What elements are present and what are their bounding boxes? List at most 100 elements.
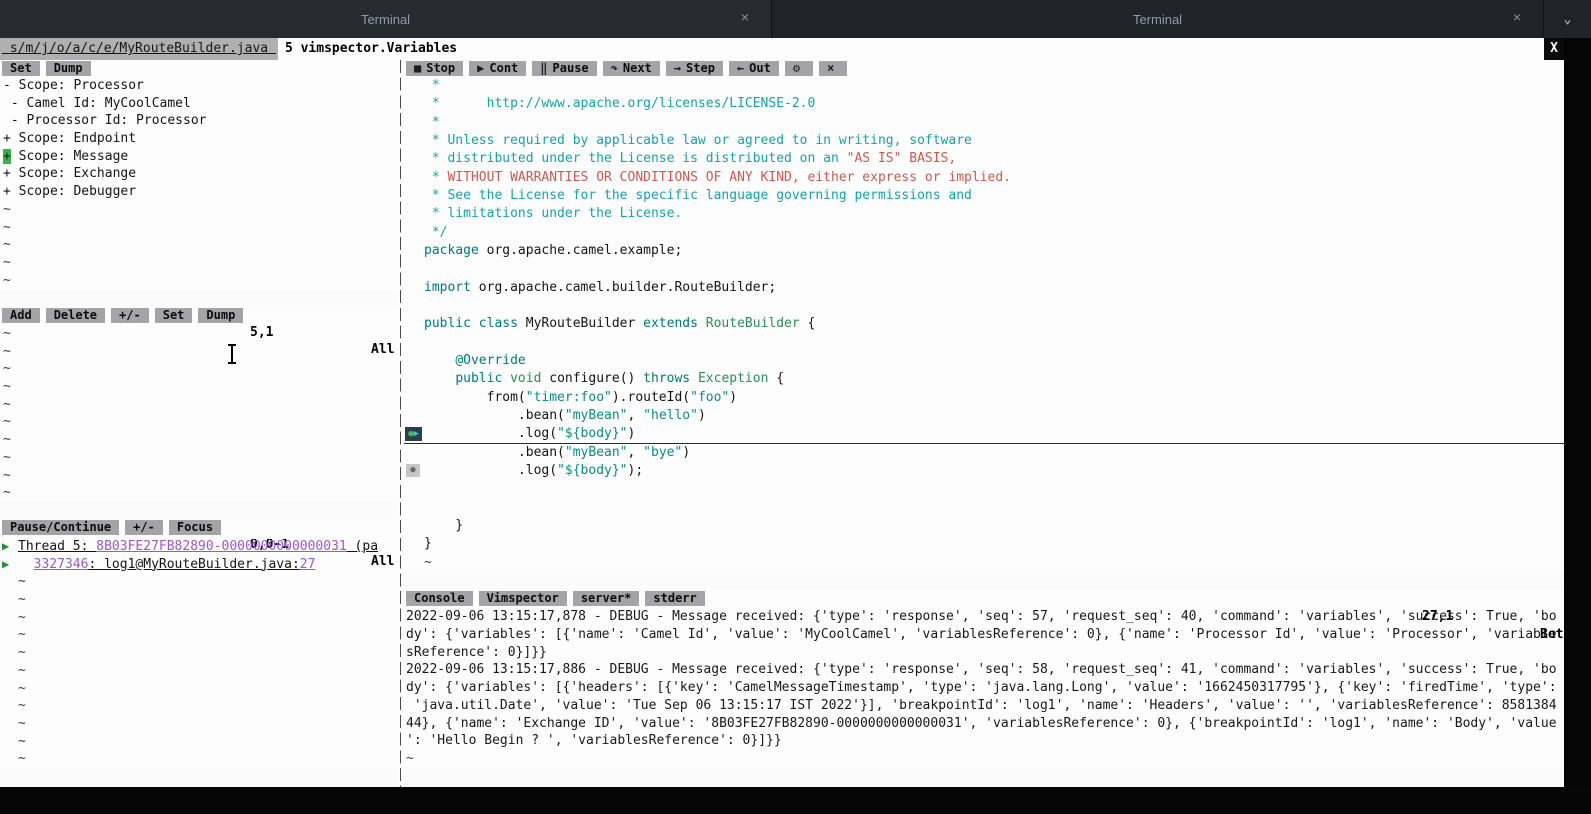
- code-row: * limitations under the License.: [404, 205, 1564, 223]
- debug-pause-button[interactable]: ‖Pause: [532, 61, 596, 76]
- empty-line: ~: [0, 272, 397, 290]
- code-row: [404, 480, 1564, 498]
- empty-line: ~: [0, 644, 397, 662]
- debug-toolbar: ■Stop ▶Cont ‖Pause ↷Next →Step ←Out ⚙ ×: [404, 60, 1564, 78]
- empty-line: ~: [0, 467, 397, 485]
- vars-row: + Scope: Endpoint: [0, 130, 397, 148]
- tab-list-dropdown[interactable]: ⌄: [1543, 0, 1591, 38]
- stacktrace-focus-button[interactable]: Focus: [169, 520, 221, 535]
- empty-line: ~: [404, 750, 1564, 768]
- empty-line: ~: [0, 236, 397, 254]
- empty-line: ~: [0, 413, 397, 431]
- vim-command-line: [0, 787, 1591, 814]
- output-tab-stderr-button[interactable]: stderr: [645, 591, 704, 606]
- close-icon[interactable]: ×: [741, 9, 749, 25]
- code-row: * distributed under the License is distr…: [404, 150, 1564, 168]
- vim-tabline: s/m/j/o/a/c/e/MyRouteBuilder.java 5 vims…: [0, 38, 1564, 60]
- empty-line: ~: [0, 715, 397, 733]
- empty-line: ~: [0, 609, 397, 627]
- empty-line: ~: [0, 750, 397, 768]
- debug-out-button[interactable]: ←Out: [729, 61, 779, 76]
- program-counter-icon: ●▶: [405, 427, 422, 441]
- debug-step-button[interactable]: →Step: [666, 61, 723, 76]
- terminal-tab-bar: Terminal × Terminal × ⌄: [0, 0, 1591, 39]
- vars-row: - Scope: Processor: [0, 77, 397, 95]
- watches-window[interactable]: ~~~~~~~~~~: [0, 325, 397, 502]
- frame-marker-icon: ▶: [2, 538, 9, 556]
- output-window[interactable]: 2022-09-06 13:15:17,878 - DEBUG - Messag…: [404, 608, 1564, 768]
- watches-dump-button[interactable]: Dump: [198, 308, 243, 323]
- code-row: ~: [404, 554, 1564, 572]
- code-row: [404, 499, 1564, 517]
- variables-window[interactable]: - Scope: Processor - Camel Id: MyCoolCam…: [0, 77, 397, 290]
- log-row: ': 'Hello Begin ? ', 'variablesReference…: [404, 732, 1564, 750]
- terminal-tab-title: Terminal: [361, 12, 410, 27]
- variables-winbar: Set Dump: [0, 60, 397, 78]
- screen: Terminal × Terminal × ⌄ s/m/j/o/a/c/e/My…: [0, 0, 1591, 814]
- debug-cont-button[interactable]: ▶Cont: [469, 61, 526, 76]
- step-into-icon: →: [674, 61, 681, 75]
- chevron-down-icon: ⌄: [1564, 12, 1572, 27]
- empty-line: ~: [0, 431, 397, 449]
- window-vertical-separator[interactable]: [397, 60, 404, 787]
- terminal-tab-1[interactable]: Terminal ×: [0, 0, 772, 38]
- code-row: *: [404, 114, 1564, 132]
- code-row: *: [404, 77, 1564, 95]
- code-statusline: src/main/java/org/apache/camel/example/M…: [404, 572, 1564, 590]
- output-tabs-winbar: Console Vimspector server* stderr: [404, 590, 1564, 609]
- code-row: ●▶ .log("${body}"): [404, 425, 1564, 443]
- variables-dump-button[interactable]: Dump: [46, 61, 91, 76]
- empty-line: ~: [0, 573, 397, 591]
- empty-line: ~: [0, 254, 397, 272]
- log-row: 2022-09-06 13:15:17,886 - DEBUG - Messag…: [404, 661, 1564, 679]
- variables-set-button[interactable]: Set: [2, 61, 40, 76]
- code-row: }: [404, 517, 1564, 535]
- watches-set-button[interactable]: Set: [155, 308, 193, 323]
- terminal-cursor: +: [3, 149, 11, 164]
- watches-delete-button[interactable]: Delete: [46, 308, 105, 323]
- code-row: [404, 260, 1564, 278]
- vars-row: - Processor Id: Processor: [0, 112, 397, 130]
- output-tab-vimspector-button[interactable]: Vimspector: [479, 591, 567, 606]
- vim-tab-myroutebuilder[interactable]: s/m/j/o/a/c/e/MyRouteBuilder.java: [0, 38, 278, 60]
- output-tab-console-button[interactable]: Console: [406, 591, 473, 606]
- tabline-close-button[interactable]: X: [1544, 38, 1564, 60]
- empty-line: ~: [0, 343, 397, 361]
- close-icon[interactable]: ×: [1513, 9, 1521, 25]
- code-row: [404, 334, 1564, 352]
- breakpoint-icon[interactable]: ●: [406, 464, 420, 477]
- code-window[interactable]: * * http://www.apache.org/licenses/LICEN…: [404, 77, 1564, 572]
- code-row: package org.apache.camel.example;: [404, 242, 1564, 260]
- code-row: * Unless required by applicable law or a…: [404, 132, 1564, 150]
- play-icon: ▶: [477, 61, 484, 75]
- output-tab-server-button[interactable]: server*: [573, 591, 640, 606]
- empty-line: ~: [0, 360, 397, 378]
- debug-settings-button[interactable]: ⚙: [785, 61, 813, 76]
- empty-line: ~: [0, 626, 397, 644]
- right-column: ■Stop ▶Cont ‖Pause ↷Next →Step ←Out ⚙ × * * htt…: [404, 60, 1564, 787]
- code-row: @Override: [404, 352, 1564, 370]
- debug-next-button[interactable]: ↷Next: [603, 61, 660, 76]
- code-row: .bean("myBean", "bye"): [404, 444, 1564, 462]
- terminal-tab-title: Terminal: [1133, 12, 1182, 27]
- variables-statusline: vimspector.Variables [RO] 5,1 All: [0, 290, 397, 307]
- terminal-right-margin: [1564, 38, 1591, 814]
- debug-stop-button[interactable]: ■Stop: [406, 61, 463, 76]
- log-row: 'java.util.Date', 'value': 'Tue Sep 06 1…: [404, 697, 1564, 715]
- frame-marker-icon: ▶: [2, 556, 9, 574]
- step-over-icon: ↷: [611, 61, 618, 75]
- stacktrace-pause-continue-button[interactable]: Pause/Continue: [2, 520, 119, 535]
- pause-icon: ‖: [540, 61, 547, 75]
- code-row: * See the License for the specific langu…: [404, 187, 1564, 205]
- empty-line: ~: [0, 449, 397, 467]
- watches-button-button[interactable]: +/-: [111, 308, 149, 323]
- terminal-tab-2[interactable]: Terminal ×: [772, 0, 1543, 38]
- watches-add-button[interactable]: Add: [2, 308, 40, 323]
- stacktrace-button-button[interactable]: +/-: [125, 520, 163, 535]
- stacktrace-window[interactable]: ▶Thread 5: 8B03FE27FB82890-0000000000000…: [0, 538, 397, 768]
- empty-line: ~: [0, 484, 397, 502]
- debug-close-button[interactable]: ×: [819, 61, 847, 76]
- vim-tab-variables[interactable]: 5 vimspector.Variables: [278, 38, 464, 60]
- code-row: import org.apache.camel.builder.RouteBui…: [404, 279, 1564, 297]
- code-row: * WITHOUT WARRANTIES OR CONDITIONS OF AN…: [404, 169, 1564, 187]
